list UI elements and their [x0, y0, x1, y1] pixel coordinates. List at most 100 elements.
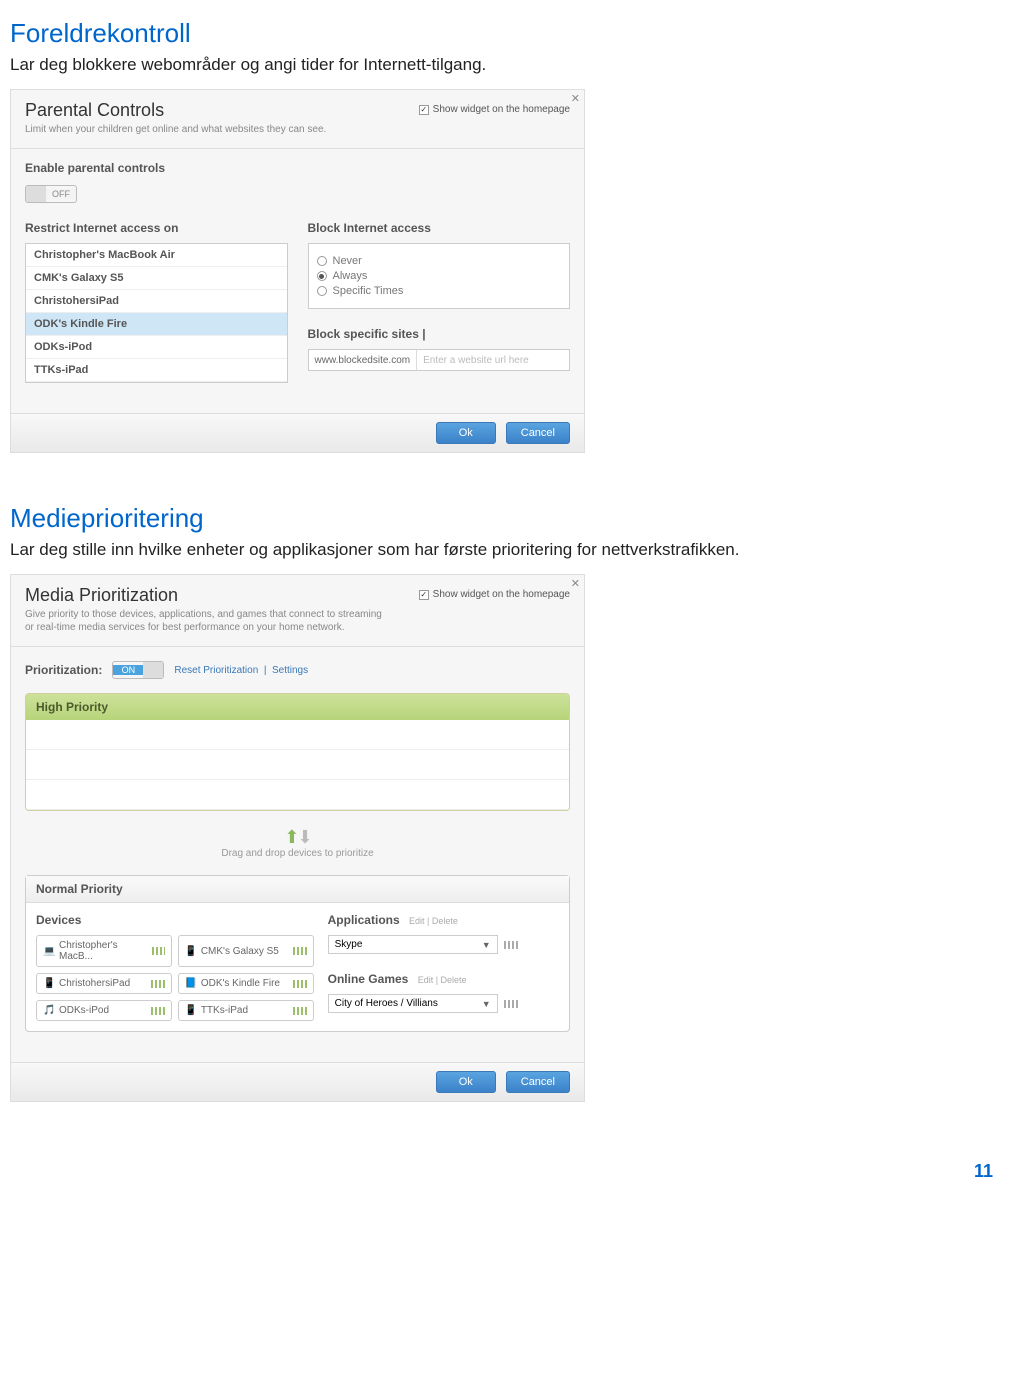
device-icon: 📱: [43, 978, 55, 989]
parental-panel-title: Parental Controls: [25, 100, 326, 121]
ok-button[interactable]: Ok: [436, 422, 496, 444]
prioritization-label: Prioritization:: [25, 663, 102, 677]
block-site-placeholder: Enter a website url here: [417, 355, 535, 366]
high-priority-heading: High Priority: [26, 694, 569, 720]
block-access-radios: Never Always Specific Times: [308, 243, 571, 309]
radio-option[interactable]: Always: [317, 270, 562, 282]
media-button-bar: Ok Cancel: [11, 1062, 584, 1101]
application-selected: Skype: [335, 939, 363, 950]
device-list-item[interactable]: ChristohersiPad: [26, 290, 287, 313]
radio-icon: [317, 271, 327, 281]
devices-subheading: Devices: [36, 913, 314, 927]
device-icon: 📱: [185, 946, 197, 957]
radio-icon: [317, 286, 327, 296]
media-heading: Medieprioritering: [10, 503, 1001, 534]
show-widget-checkbox[interactable]: ✓ Show widget on the homepage: [419, 104, 570, 115]
close-icon[interactable]: ✕: [571, 92, 580, 105]
applications-subheading: Applications: [328, 913, 400, 927]
arrows-icon: ⬆⬇: [284, 827, 310, 847]
device-list-item[interactable]: ODK's Kindle Fire: [26, 313, 287, 336]
media-panel-title: Media Prioritization: [25, 585, 385, 606]
cancel-button[interactable]: Cancel: [506, 422, 570, 444]
drag-handle-icon[interactable]: [504, 1000, 518, 1008]
close-icon[interactable]: ✕: [571, 577, 580, 590]
device-list-item[interactable]: CMK's Galaxy S5: [26, 267, 287, 290]
high-priority-box: High Priority: [25, 693, 570, 811]
toggle-state-label: ON: [113, 665, 143, 675]
game-selected: City of Heroes / Villians: [335, 998, 438, 1009]
drag-handle-icon[interactable]: [151, 1007, 165, 1015]
device-icon: 💻: [43, 946, 55, 957]
show-widget-label: Show widget on the homepage: [433, 104, 570, 115]
block-access-heading: Block Internet access: [308, 221, 571, 235]
show-widget-checkbox[interactable]: ✓ Show widget on the homepage: [419, 589, 570, 600]
media-panel: ✕ Media Prioritization Give priority to …: [10, 574, 585, 1102]
media-device-grid: 💻Christopher's MacB... 📱 CMK's Galaxy S5 📱 C…: [36, 935, 314, 1021]
parental-button-bar: Ok Cancel: [11, 413, 584, 452]
settings-link[interactable]: Settings: [272, 665, 308, 676]
parental-panel: ✕ Parental Controls Limit when your chil…: [10, 89, 585, 453]
device-list-item[interactable]: TTKs-iPad: [26, 359, 287, 382]
normal-priority-heading: Normal Priority: [26, 876, 569, 903]
drag-handle-icon[interactable]: [293, 1007, 307, 1015]
radio-option[interactable]: Never: [317, 255, 562, 267]
checkbox-icon: ✓: [419, 105, 429, 115]
device-pill[interactable]: 💻Christopher's MacB...: [36, 935, 172, 967]
checkbox-icon: ✓: [419, 590, 429, 600]
device-pill[interactable]: 📘 ODK's Kindle Fire: [178, 973, 314, 994]
normal-priority-box: Normal Priority Devices 💻Christopher's M…: [25, 875, 570, 1032]
games-edit-delete[interactable]: Edit | Delete: [418, 975, 467, 985]
radio-label: Always: [333, 270, 368, 282]
radio-icon: [317, 256, 327, 266]
drag-hint: ⬆⬇ Drag and drop devices to prioritize: [25, 827, 570, 859]
toggle-knob: [143, 662, 163, 678]
device-icon: 🎵: [43, 1005, 55, 1016]
reset-prioritization-link[interactable]: Reset Prioritization: [174, 665, 258, 676]
show-widget-label: Show widget on the homepage: [433, 589, 570, 600]
chevron-down-icon: ▼: [482, 940, 491, 950]
radio-label: Never: [333, 255, 362, 267]
device-pill-label: ChristohersiPad: [59, 978, 130, 989]
toggle-state-label: OFF: [46, 189, 76, 199]
device-list-item[interactable]: Christopher's MacBook Air: [26, 244, 287, 267]
drag-handle-icon[interactable]: [152, 947, 165, 955]
ok-button[interactable]: Ok: [436, 1071, 496, 1093]
parental-device-list: Christopher's MacBook AirCMK's Galaxy S5…: [25, 243, 288, 383]
device-icon: 📱: [185, 1005, 197, 1016]
high-priority-drop-area[interactable]: [26, 720, 569, 810]
block-sites-heading: Block specific sites |: [308, 327, 571, 341]
device-pill[interactable]: 📱 TTKs-iPad: [178, 1000, 314, 1021]
game-select[interactable]: City of Heroes / Villians ▼: [328, 994, 498, 1013]
drag-handle-icon[interactable]: [151, 980, 165, 988]
parental-toggle[interactable]: OFF: [25, 185, 77, 203]
device-icon: 📘: [185, 978, 197, 989]
apps-edit-delete[interactable]: Edit | Delete: [409, 916, 458, 926]
media-toggle[interactable]: ON: [112, 661, 164, 679]
block-site-input[interactable]: www.blockedsite.com Enter a website url …: [308, 349, 571, 371]
device-list-item[interactable]: ODKs-iPod: [26, 336, 287, 359]
cancel-button[interactable]: Cancel: [506, 1071, 570, 1093]
device-pill[interactable]: 🎵 ODKs-iPod: [36, 1000, 172, 1021]
radio-label: Specific Times: [333, 285, 404, 297]
device-pill[interactable]: 📱 CMK's Galaxy S5: [178, 935, 314, 967]
device-pill-label: CMK's Galaxy S5: [201, 946, 279, 957]
drag-hint-text: Drag and drop devices to prioritize: [221, 848, 373, 859]
device-pill[interactable]: 📱 ChristohersiPad: [36, 973, 172, 994]
device-pill-label: ODKs-iPod: [59, 1005, 109, 1016]
games-subheading: Online Games: [328, 972, 409, 986]
restrict-access-heading: Restrict Internet access on: [25, 221, 288, 235]
drag-handle-icon[interactable]: [293, 980, 307, 988]
parental-desc: Lar deg blokkere webområder og angi tide…: [10, 55, 1001, 75]
radio-option[interactable]: Specific Times: [317, 285, 562, 297]
drag-handle-icon[interactable]: [293, 947, 307, 955]
application-select[interactable]: Skype ▼: [328, 935, 498, 954]
chevron-down-icon: ▼: [482, 999, 491, 1009]
drag-handle-icon[interactable]: [504, 941, 518, 949]
device-pill-label: TTKs-iPad: [201, 1005, 248, 1016]
enable-parental-label: Enable parental controls: [25, 161, 570, 175]
parental-heading: Foreldrekontroll: [10, 18, 1001, 49]
toggle-knob: [26, 186, 46, 202]
device-pill-label: ODK's Kindle Fire: [201, 978, 280, 989]
page-number: 11: [974, 1161, 993, 1182]
media-desc: Lar deg stille inn hvilke enheter og app…: [10, 540, 1001, 560]
